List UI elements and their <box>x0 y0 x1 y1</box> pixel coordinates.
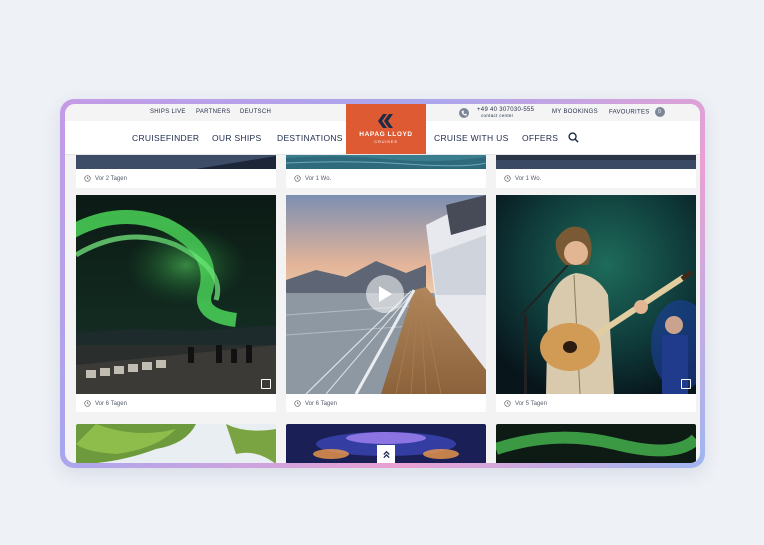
post-card[interactable]: Vor 6 Tagen <box>76 195 276 412</box>
post-time-label: Vor 6 Tagen <box>305 400 337 407</box>
nav-offers[interactable]: OFFERS <box>522 133 558 143</box>
contact-phone[interactable]: +49 40 307030-555 contact center <box>459 107 534 119</box>
brand-name: HAPAG LLOYD <box>359 131 413 138</box>
clock-icon <box>504 400 511 407</box>
post-image <box>76 424 276 463</box>
contact-center-label: contact center <box>481 113 514 118</box>
post-time-label: Vor 1 Wo. <box>515 175 542 182</box>
favourites-label: FAVOURITES <box>609 109 650 116</box>
phone-icon <box>459 108 469 118</box>
post-time: Vor 1 Wo. <box>504 175 541 182</box>
nav-cruise-with-us[interactable]: CRUISE WITH US <box>434 133 509 143</box>
clock-icon <box>504 175 511 182</box>
my-bookings-link[interactable]: MY BOOKINGS <box>552 109 598 115</box>
post-time-label: Vor 6 Tagen <box>95 400 127 407</box>
language-link[interactable]: DEUTSCH <box>240 109 271 115</box>
post-card[interactable] <box>496 424 696 463</box>
ships-live-link[interactable]: SHIPS LIVE <box>150 109 186 115</box>
brand-logo[interactable]: HAPAG LLOYD CRUISES <box>346 104 426 154</box>
gallery-icon <box>681 379 691 389</box>
brand-subtitle: CRUISES <box>374 139 398 144</box>
post-time: Vor 2 Tagen <box>84 175 127 182</box>
post-time-label: Vor 1 Wo. <box>305 175 332 182</box>
post-card[interactable]: Vor 6 Tagen <box>286 195 486 412</box>
nav-our-ships[interactable]: OUR SHIPS <box>212 133 261 143</box>
post-image <box>76 195 276 394</box>
partners-link[interactable]: PARTNERS <box>196 109 231 115</box>
scroll-top-button[interactable] <box>377 445 395 463</box>
post-image <box>286 195 486 394</box>
post-image <box>496 424 696 463</box>
favourites-count-badge: 0 <box>654 107 665 117</box>
page-viewport: Vor 2 Tagen Vor 1 Wo. Vor 1 Wo. Vor 6 Ta… <box>65 104 700 463</box>
chevron-double-up-icon <box>382 450 390 458</box>
search-icon <box>568 132 579 143</box>
nav-cruisefinder[interactable]: CRUISEFINDER <box>132 133 199 143</box>
gallery-icon <box>261 379 271 389</box>
post-image <box>496 195 696 394</box>
post-time-label: Vor 2 Tagen <box>95 175 127 182</box>
clock-icon <box>84 400 91 407</box>
post-time: Vor 6 Tagen <box>294 400 337 407</box>
play-icon <box>379 286 392 302</box>
clock-icon <box>84 175 91 182</box>
browser-frame: Vor 2 Tagen Vor 1 Wo. Vor 1 Wo. Vor 6 Ta… <box>60 99 705 468</box>
clock-icon <box>294 400 301 407</box>
post-time: Vor 6 Tagen <box>84 400 127 407</box>
post-time-label: Vor 5 Tagen <box>515 400 547 407</box>
post-card[interactable] <box>76 424 276 463</box>
post-card[interactable]: Vor 5 Tagen <box>496 195 696 412</box>
nav-destinations[interactable]: DESTINATIONS <box>277 133 343 143</box>
post-time: Vor 5 Tagen <box>504 400 547 407</box>
play-button[interactable] <box>366 275 404 313</box>
favourites-link[interactable]: FAVOURITES 0 <box>609 107 665 117</box>
clock-icon <box>294 175 301 182</box>
hapag-lloyd-logo-icon <box>378 114 393 128</box>
post-time: Vor 1 Wo. <box>294 175 331 182</box>
search-button[interactable] <box>568 132 579 145</box>
